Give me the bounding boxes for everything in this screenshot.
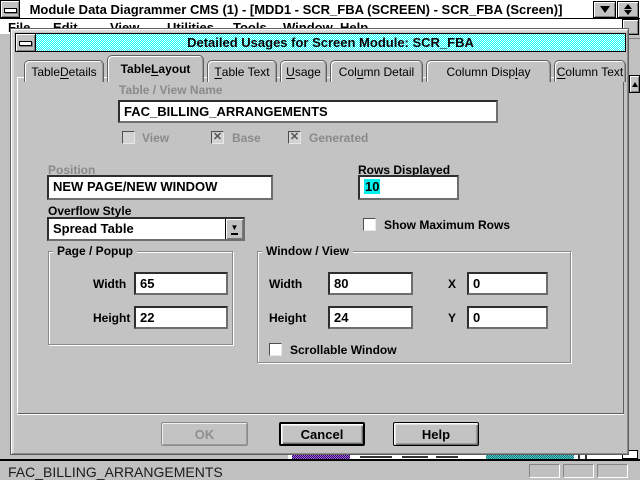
diagram-fragment-text: [436, 456, 458, 458]
minimize-icon: [600, 6, 610, 13]
dialog-control-menu-button[interactable]: [15, 33, 36, 52]
restore-icon: [624, 4, 632, 9]
tab-column-detail[interactable]: Column Detail: [330, 60, 423, 82]
scrollbar-divider: [628, 38, 640, 39]
window-y-field[interactable]: 0: [467, 306, 548, 329]
table-view-name-label: Table / View Name: [119, 83, 223, 97]
window-width-label: Width: [269, 277, 302, 291]
statusbar: FAC_BILLING_ARRANGEMENTS: [0, 459, 640, 480]
view-checkbox[interactable]: [122, 131, 135, 144]
tab-table-text[interactable]: Table Text: [207, 60, 277, 82]
scroll-up-icon: [632, 82, 638, 87]
page-width-field[interactable]: 65: [134, 272, 228, 295]
restore-button[interactable]: [617, 1, 639, 18]
base-checkbox[interactable]: ✕: [211, 131, 224, 144]
combobox-value: Spread Table: [49, 219, 225, 239]
window-view-group-title: Window / View: [262, 244, 353, 258]
rows-displayed-field[interactable]: 10: [358, 175, 459, 200]
dropdown-button[interactable]: ▼: [225, 219, 243, 239]
status-panel-2: [563, 464, 594, 478]
window-width-field[interactable]: 80: [328, 272, 413, 295]
scrollable-window-label: Scrollable Window: [290, 343, 397, 357]
page-width-label: Width: [93, 277, 126, 291]
base-checkbox-label: Base: [232, 131, 261, 145]
window-height-field[interactable]: 24: [328, 306, 413, 329]
window-x-label: X: [448, 277, 456, 291]
app-title: Module Data Diagrammer CMS (1) - [MDD1 -…: [0, 2, 592, 17]
status-panel-3: [597, 464, 628, 478]
position-field[interactable]: NEW PAGE/NEW WINDOW: [47, 175, 273, 200]
detailed-usages-dialog: Detailed Usages for Screen Module: SCR_F…: [10, 28, 629, 455]
page-popup-group-title: Page / Popup: [53, 244, 137, 258]
status-text: FAC_BILLING_ARRANGEMENTS: [8, 464, 223, 480]
control-menu-icon: [19, 41, 32, 46]
dialog-titlebar: Detailed Usages for Screen Module: SCR_F…: [15, 33, 626, 52]
status-panel-1: [529, 464, 560, 478]
page-height-label: Height: [93, 311, 130, 325]
scrollable-window-checkbox[interactable]: [269, 343, 282, 356]
view-checkbox-label: View: [142, 131, 169, 145]
page-popup-group: Page / Popup: [48, 251, 233, 345]
diagram-fragment-text: [402, 456, 428, 458]
show-maximum-rows-checkbox[interactable]: [363, 218, 376, 231]
tab-usage[interactable]: Usage: [280, 60, 327, 82]
generated-checkbox[interactable]: ✕: [288, 131, 301, 144]
generated-checkbox-label: Generated: [309, 131, 368, 145]
tab-column-text[interactable]: Column Text: [554, 60, 626, 82]
window-height-label: Height: [269, 311, 306, 325]
scroll-up-button[interactable]: [629, 75, 640, 93]
tab-table-layout[interactable]: Table Layout: [107, 55, 204, 82]
tab-table-details[interactable]: Table Details: [24, 60, 104, 82]
tab-bar: Table Details Table Layout Table Text Us…: [24, 55, 626, 82]
show-maximum-rows-label: Show Maximum Rows: [384, 218, 510, 232]
minimize-button[interactable]: [593, 1, 616, 18]
dialog-title: Detailed Usages for Screen Module: SCR_F…: [36, 33, 626, 52]
tab-column-display[interactable]: Column Display: [426, 60, 551, 82]
overflow-style-combobox[interactable]: Spread Table ▼: [47, 217, 245, 241]
page-height-field[interactable]: 22: [134, 306, 228, 329]
table-view-name-field[interactable]: FAC_BILLING_ARRANGEMENTS: [118, 100, 498, 123]
diagram-fragment-text: [360, 456, 392, 458]
ok-button[interactable]: OK: [161, 422, 248, 446]
app-titlebar: Module Data Diagrammer CMS (1) - [MDD1 -…: [0, 0, 640, 19]
window-x-field[interactable]: 0: [467, 272, 548, 295]
overflow-style-label: Overflow Style: [48, 204, 131, 218]
dropdown-arrow-icon: ▼: [231, 224, 239, 235]
selected-text: 10: [364, 179, 380, 194]
cancel-button[interactable]: Cancel: [279, 422, 365, 446]
window-y-label: Y: [448, 311, 456, 325]
help-button[interactable]: Help: [393, 422, 479, 446]
